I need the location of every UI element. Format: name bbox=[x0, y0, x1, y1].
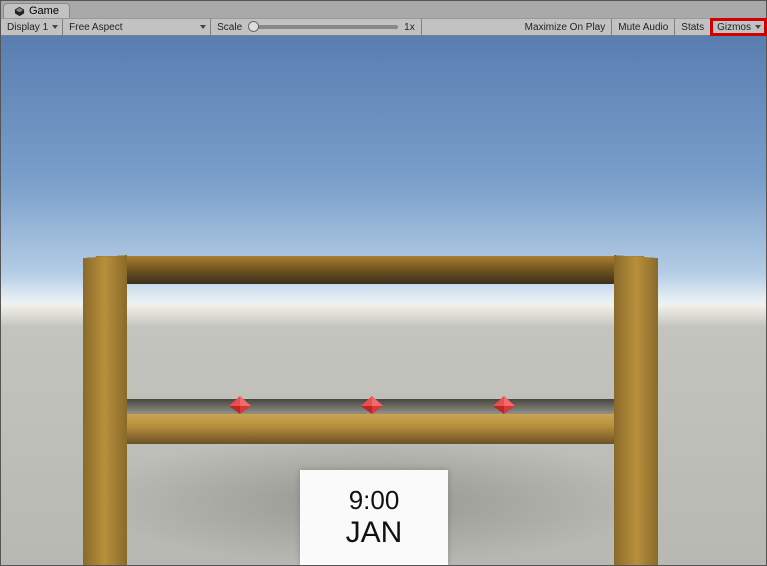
aspect-dropdown[interactable]: Free Aspect bbox=[63, 19, 211, 35]
gizmo-gem-icon bbox=[359, 394, 385, 416]
aspect-label: Free Aspect bbox=[69, 22, 122, 33]
scale-slider[interactable] bbox=[248, 25, 398, 29]
display-label: Display 1 bbox=[7, 22, 48, 33]
scale-slider-thumb[interactable] bbox=[248, 21, 259, 32]
table-middle-shelf bbox=[96, 414, 644, 444]
tab-bar: Game bbox=[1, 1, 766, 18]
scale-control: Scale 1x bbox=[211, 19, 422, 35]
stats-toggle[interactable]: Stats bbox=[675, 19, 711, 35]
scale-label: Scale bbox=[217, 22, 242, 33]
display-dropdown[interactable]: Display 1 bbox=[1, 19, 63, 35]
gizmo-gem-icon bbox=[491, 394, 517, 416]
scale-value: 1x bbox=[404, 22, 415, 33]
game-toolbar: Display 1 Free Aspect Scale 1x Maximize … bbox=[1, 18, 766, 36]
table-top-shelf bbox=[96, 256, 644, 284]
placard-time: 9:00 bbox=[349, 485, 400, 516]
unity-logo-icon bbox=[14, 6, 25, 17]
gizmo-gem-icon bbox=[227, 394, 253, 416]
table-leg-left bbox=[83, 255, 127, 565]
time-placard: 9:00 JAN bbox=[300, 470, 448, 565]
table-leg-right bbox=[614, 255, 658, 565]
tab-game-label: Game bbox=[29, 5, 59, 17]
gizmos-dropdown[interactable]: Gizmos bbox=[711, 19, 766, 35]
mute-audio-toggle[interactable]: Mute Audio bbox=[612, 19, 675, 35]
tab-game[interactable]: Game bbox=[3, 3, 70, 18]
toolbar-spacer bbox=[422, 19, 519, 35]
placard-month: JAN bbox=[346, 516, 403, 550]
game-viewport: 9:00 JAN bbox=[1, 36, 766, 565]
maximize-on-play-toggle[interactable]: Maximize On Play bbox=[519, 19, 613, 35]
